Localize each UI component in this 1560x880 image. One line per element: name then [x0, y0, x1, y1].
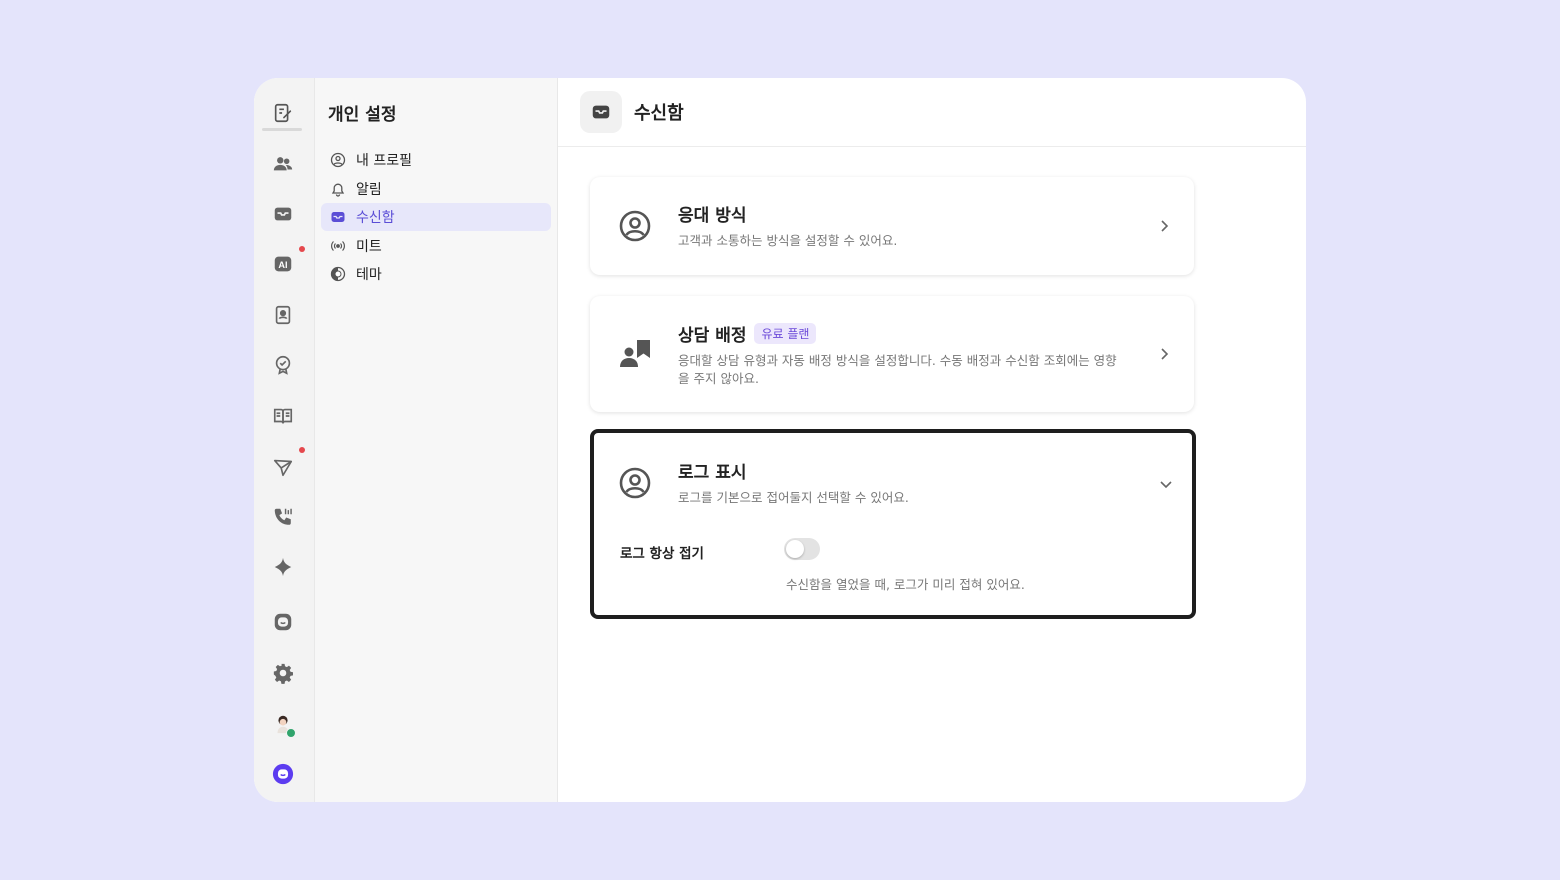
phone-icon[interactable]	[266, 500, 300, 534]
menu-item-label: 미트	[356, 238, 382, 255]
card-title-row: 상담 배정 유료 플랜	[678, 321, 817, 346]
inbox-icon	[580, 91, 622, 133]
log-display-card: 로그 표시 로그를 기본으로 접어둘지 선택할 수 있어요. 로그 항상 접기 …	[590, 429, 1196, 619]
card-title: 응대 방식	[678, 206, 747, 226]
settings-panel: 개인 설정 내 프로필 알림 수신함 미트 테마	[315, 78, 558, 802]
svg-text:AI: AI	[278, 260, 287, 270]
toggle-knob	[786, 540, 804, 558]
collapse-logs-toggle[interactable]	[784, 538, 820, 560]
sparkle-icon[interactable]	[266, 550, 300, 584]
book-icon[interactable]	[266, 399, 300, 433]
menu-item-label: 테마	[356, 267, 382, 283]
menu-item-label: 내 프로필	[356, 153, 412, 169]
menu-item-profile[interactable]: 내 프로필	[321, 146, 551, 174]
rail-active-indicator	[262, 128, 302, 131]
contacts-icon[interactable]	[266, 298, 300, 332]
response-mode-card[interactable]: 응대 방식 고객과 소통하는 방식을 설정할 수 있어요.	[590, 177, 1194, 275]
settings-menu: 내 프로필 알림 수신함 미트 테마	[321, 146, 551, 289]
chat-icon[interactable]	[266, 605, 300, 639]
chevron-down-icon[interactable]	[1158, 476, 1174, 492]
avatar[interactable]	[266, 707, 300, 741]
app-window: AI 개인 설정 내 프로필 알림 수신함 미트 테마 수신함 응대 방식 고객…	[254, 78, 1306, 802]
send-notification-dot	[299, 447, 305, 453]
theme-icon	[329, 265, 347, 283]
card-title: 상담 배정	[678, 326, 747, 346]
inbox-icon	[329, 208, 347, 226]
bell-icon	[329, 180, 347, 198]
card-description: 로그를 기본으로 접어둘지 선택할 수 있어요.	[678, 490, 909, 505]
online-status-dot	[286, 728, 296, 738]
menu-item-theme[interactable]: 테마	[321, 260, 551, 288]
card-description: 고객과 소통하는 방식을 설정할 수 있어요.	[678, 233, 898, 248]
paid-plan-badge: 유료 플랜	[754, 323, 817, 344]
team-icon[interactable]	[266, 147, 300, 181]
compose-icon[interactable]	[266, 96, 300, 130]
setting-label: 로그 항상 접기	[620, 546, 704, 562]
menu-item-inbox[interactable]: 수신함	[321, 203, 551, 231]
user-circle-icon	[618, 209, 652, 243]
user-circle-icon	[618, 466, 652, 500]
card-description: 응대할 상담 유형과 자동 배정 방식을 설정합니다. 수동 배정과 수신함 조…	[678, 353, 1117, 386]
profile-icon	[329, 151, 347, 169]
channel-logo-icon[interactable]	[266, 757, 300, 791]
ai-notification-dot	[299, 246, 305, 252]
gear-icon[interactable]	[266, 656, 300, 690]
menu-item-label: 알림	[356, 181, 382, 198]
panel-title: 개인 설정	[328, 105, 397, 125]
icon-rail: AI	[254, 78, 315, 802]
main-content: 수신함 응대 방식 고객과 소통하는 방식을 설정할 수 있어요. 상담 배정 …	[558, 78, 1306, 802]
chevron-right-icon	[1156, 346, 1172, 362]
menu-item-label: 수신함	[356, 210, 395, 226]
page-title: 수신함	[634, 103, 684, 124]
setting-help-text: 수신함을 열었을 때, 로그가 미리 접혀 있어요.	[786, 577, 1025, 592]
chevron-right-icon	[1156, 218, 1172, 234]
assignment-card[interactable]: 상담 배정 유료 플랜 응대할 상담 유형과 자동 배정 방식을 설정합니다. …	[590, 296, 1194, 412]
ai-icon[interactable]: AI	[266, 247, 300, 281]
menu-item-notifications[interactable]: 알림	[321, 175, 551, 203]
broadcast-icon	[329, 237, 347, 255]
inbox-icon[interactable]	[266, 197, 300, 231]
send-icon[interactable]	[266, 450, 300, 484]
card-title: 로그 표시	[678, 463, 747, 483]
menu-item-meet[interactable]: 미트	[321, 232, 551, 260]
main-header: 수신함	[558, 78, 1306, 147]
assign-icon	[618, 337, 652, 371]
badge-check-icon[interactable]	[266, 348, 300, 382]
